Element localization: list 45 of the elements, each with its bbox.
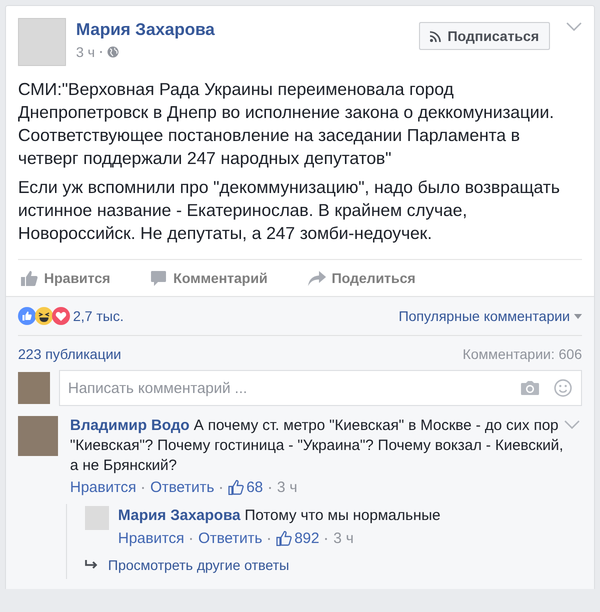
like-reaction-icon: [18, 307, 36, 325]
reply-link[interactable]: Ответить: [150, 479, 214, 496]
post-time[interactable]: 3 ч: [76, 44, 95, 60]
shares-count[interactable]: 223 публикации: [18, 346, 122, 362]
share-button[interactable]: Поделиться: [308, 270, 416, 286]
globe-icon: [106, 46, 119, 58]
heart-reaction-icon: [52, 307, 70, 325]
like-count[interactable]: 892: [294, 530, 320, 547]
like-link[interactable]: Нравится: [118, 530, 184, 547]
share-arrow-icon: [308, 270, 326, 286]
reaction-count[interactable]: 2,7 тыс.: [73, 308, 124, 324]
reply-link[interactable]: Ответить: [198, 530, 262, 547]
post-paragraph: Если уж вспомнили про "декоммунизацию", надо было возвращать истинное название - Екатеринослав. В крайнем случае, Новороссийск. Не депутаты, а 247 зомби-недоучек.: [18, 176, 561, 245]
comment-time[interactable]: 3 ч: [277, 479, 298, 496]
like-link[interactable]: Нравится: [70, 479, 136, 496]
post-paragraph: СМИ:"Верховная Рада Украины переименовала город Днепропетровск в Днепр во исполнение закона о деккомунизации. Соответствующее постановление на заседании Парламента в четверг поддержали 247 народных депутатов": [18, 78, 556, 170]
comment-time[interactable]: 3 ч: [333, 530, 354, 547]
comment-text: Владимир Водо А почему ст. метро "Киевская" в Москве - до сих пор "Киевская"? Почему гостиница - "Украина"? Почему вокзал - Киевский, а не Брянский?: [70, 416, 564, 476]
speech-bubble-icon: [150, 270, 168, 286]
author-name[interactable]: Мария Захарова: [76, 20, 215, 40]
comments-count[interactable]: Комментарии: 606: [462, 346, 582, 362]
author-link[interactable]: Владимир Водо: [70, 417, 190, 434]
comment-text: Мария Захарова Потому что мы нормальные: [118, 506, 442, 526]
caret-icon: [574, 314, 582, 318]
thumbs-up-icon: [228, 480, 244, 495]
laughing-face-icon: [35, 307, 53, 325]
chevron-down-icon[interactable]: [564, 420, 580, 429]
author-link[interactable]: Мария Захарова: [118, 507, 240, 524]
follow-button[interactable]: Подписаться: [419, 22, 550, 50]
comment-input[interactable]: Написать комментарий ...: [59, 370, 582, 406]
avatar-photo: [18, 372, 50, 404]
feed-icon: [430, 30, 442, 42]
like-button[interactable]: Нравится: [20, 270, 110, 286]
more-replies-link[interactable]: Просмотреть другие ответы: [85, 557, 290, 573]
chevron-down-icon[interactable]: [566, 22, 582, 31]
smiley-icon[interactable]: [554, 379, 572, 397]
avatar-photo[interactable]: [85, 506, 109, 530]
like-count[interactable]: 68: [246, 479, 264, 496]
comment-button[interactable]: Комментарий: [150, 270, 268, 286]
thumbs-up-icon: [276, 531, 292, 546]
avatar-photo[interactable]: [18, 18, 66, 66]
reply-arrow-icon: [85, 560, 99, 570]
sort-dropdown[interactable]: Популярные комментарии: [398, 308, 582, 324]
avatar-photo[interactable]: [18, 416, 58, 456]
thumbs-up-icon: [20, 270, 38, 286]
